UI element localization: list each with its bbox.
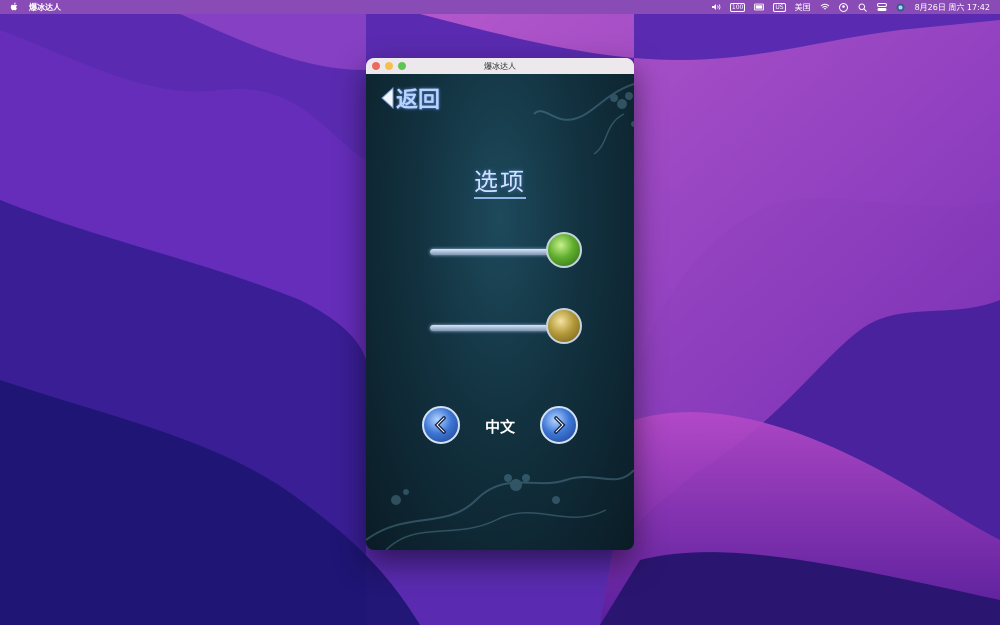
app-window: 爆冰达人 返回 选项 中文 bbox=[366, 58, 634, 550]
control-center-icon[interactable] bbox=[876, 2, 887, 11]
slider-knob[interactable] bbox=[546, 308, 582, 344]
maximize-window-button[interactable] bbox=[398, 62, 406, 70]
floral-ornament-bottom-icon bbox=[366, 469, 634, 550]
language-label: 中文 bbox=[484, 418, 515, 436]
window-controls bbox=[372, 62, 406, 70]
language-selector: 中文 bbox=[366, 406, 634, 446]
display-icon[interactable] bbox=[754, 3, 765, 11]
back-button[interactable]: 返回 bbox=[380, 82, 440, 114]
window-title: 爆冰达人 bbox=[484, 61, 516, 71]
menubar-clock[interactable]: 8月26日 周六 17:42 bbox=[915, 2, 990, 13]
volume-icon[interactable] bbox=[711, 3, 721, 11]
battery-indicator[interactable]: 100 bbox=[729, 2, 746, 12]
back-arrow-icon bbox=[381, 87, 394, 109]
window-titlebar[interactable]: 爆冰达人 bbox=[366, 58, 634, 74]
wifi-icon[interactable] bbox=[820, 3, 830, 11]
siri-icon[interactable] bbox=[896, 3, 906, 11]
minimize-window-button[interactable] bbox=[385, 62, 393, 70]
input-source-badge[interactable]: US bbox=[773, 2, 786, 12]
next-language-button[interactable] bbox=[540, 406, 578, 444]
music-volume-slider[interactable] bbox=[430, 232, 590, 272]
menu-bar: 爆冰达人 100 US 美国 8月26日 周六 17:42 bbox=[0, 0, 1000, 14]
floral-ornament-top-icon bbox=[533, 83, 634, 155]
search-icon[interactable] bbox=[858, 3, 868, 12]
options-title: 选项 bbox=[366, 162, 634, 199]
user-icon[interactable] bbox=[839, 2, 849, 12]
game-options-screen: 返回 选项 中文 bbox=[366, 74, 634, 550]
sound-volume-slider[interactable] bbox=[430, 308, 590, 348]
back-label: 返回 bbox=[396, 88, 441, 113]
slider-knob[interactable] bbox=[546, 232, 582, 268]
close-window-button[interactable] bbox=[372, 62, 380, 70]
apple-logo-icon[interactable] bbox=[10, 2, 19, 12]
input-source-label[interactable]: 美国 bbox=[795, 2, 811, 13]
chevron-right-icon bbox=[554, 416, 566, 434]
menubar-app-name[interactable]: 爆冰达人 bbox=[29, 2, 61, 13]
